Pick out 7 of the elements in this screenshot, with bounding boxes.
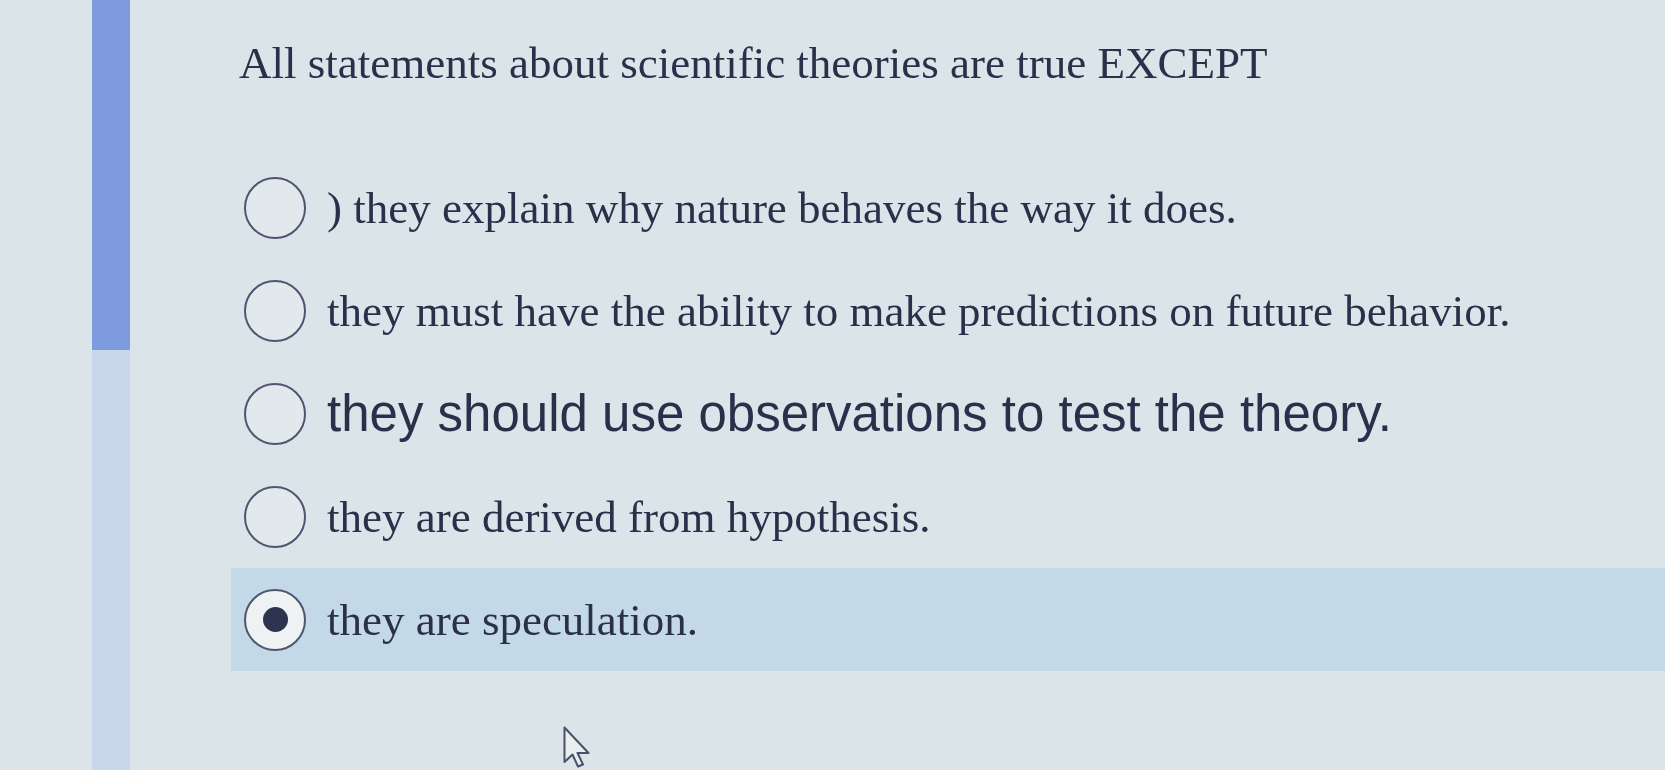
answer-text: they are speculation.: [327, 593, 699, 647]
question-text: All statements about scientific theories are true EXCEPT: [239, 37, 1268, 90]
answer-text: they must have the ability to make predictions on future behavior.: [327, 284, 1511, 338]
mouse-pointer-icon: [563, 726, 591, 768]
answer-text: ) they explain why nature behaves the way it does.: [327, 181, 1237, 235]
answer-text: they are derived from hypothesis.: [327, 490, 931, 544]
answer-text: they should use observations to test the theory.: [327, 383, 1393, 444]
